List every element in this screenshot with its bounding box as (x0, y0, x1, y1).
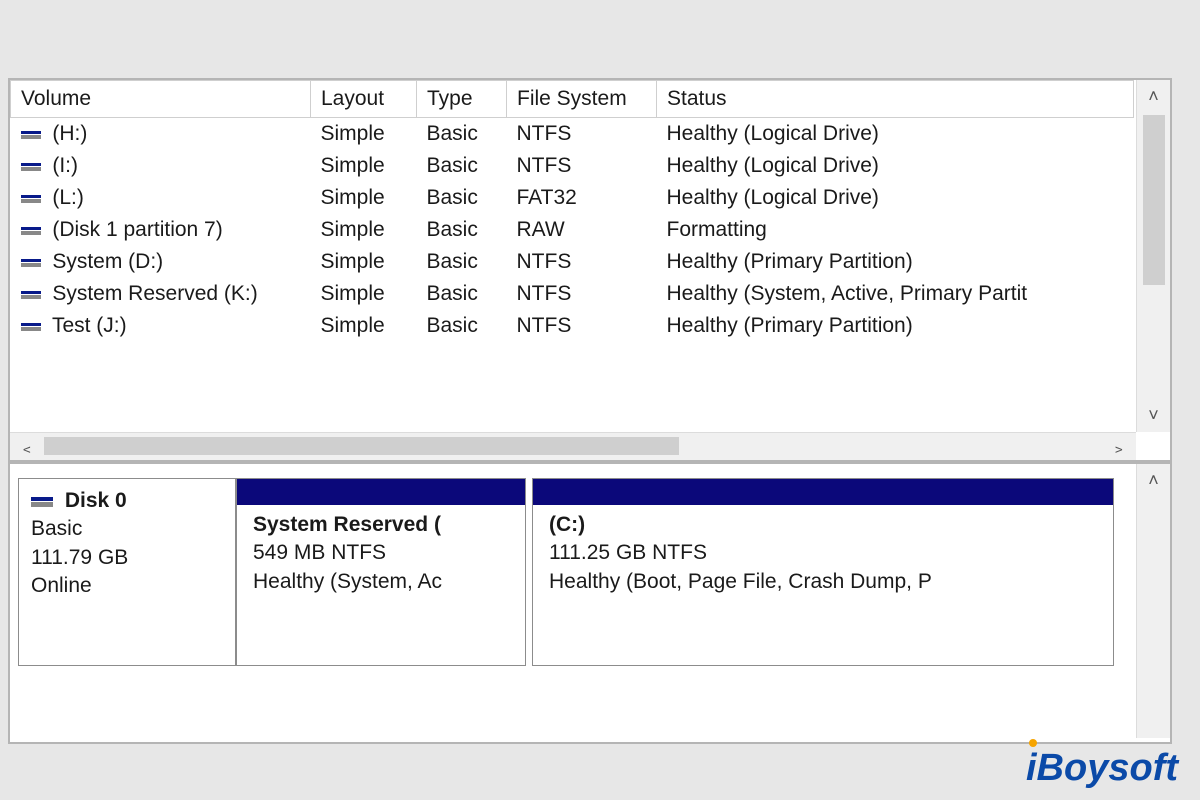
dot-icon (1029, 739, 1037, 747)
volume-layout: Simple (311, 246, 417, 278)
drive-icon (21, 259, 41, 267)
disk-kind: Basic (31, 515, 223, 543)
volume-fs: FAT32 (507, 182, 657, 214)
partition-status: Healthy (Boot, Page File, Crash Dump, P (549, 568, 1101, 596)
scrollbar-thumb[interactable] (1143, 115, 1165, 285)
volume-layout: Simple (311, 182, 417, 214)
volume-status: Healthy (Primary Partition) (657, 310, 1134, 342)
col-filesystem[interactable]: File System (507, 81, 657, 118)
disk-title: Disk 0 (65, 489, 127, 512)
volume-type: Basic (417, 118, 507, 151)
volume-fs: RAW (507, 214, 657, 246)
drive-icon (21, 195, 41, 203)
partition-name: System Reserved ( (253, 511, 513, 539)
table-row[interactable]: (H:) Simple Basic NTFS Healthy (Logical … (11, 118, 1134, 151)
volume-name: System (D:) (47, 250, 164, 273)
vertical-scrollbar[interactable]: ˄ (1136, 464, 1170, 738)
volume-layout: Simple (311, 150, 417, 182)
scrollbar-thumb[interactable] (44, 437, 679, 455)
volume-status: Healthy (Primary Partition) (657, 246, 1134, 278)
table-row[interactable]: (I:) Simple Basic NTFS Healthy (Logical … (11, 150, 1134, 182)
volume-status: Healthy (Logical Drive) (657, 182, 1134, 214)
chevron-up-icon[interactable]: ˄ (1148, 80, 1159, 113)
col-layout[interactable]: Layout (311, 81, 417, 118)
partition-status: Healthy (System, Ac (253, 568, 513, 596)
watermark-text: iBoysoft (1026, 747, 1178, 789)
volume-name: System Reserved (K:) (47, 282, 258, 305)
volume-list-pane: Volume Layout Type File System Status (H… (10, 80, 1170, 464)
partition-name: (C:) (549, 511, 1101, 539)
disk-state: Online (31, 572, 223, 600)
table-row[interactable]: System Reserved (K:) Simple Basic NTFS H… (11, 278, 1134, 310)
drive-icon (21, 163, 41, 171)
volume-fs: NTFS (507, 150, 657, 182)
drive-icon (21, 323, 41, 331)
drive-icon (21, 291, 41, 299)
volume-type: Basic (417, 214, 507, 246)
chevron-left-icon[interactable]: ﹤ (10, 434, 44, 460)
volume-layout: Simple (311, 214, 417, 246)
disk-size: 111.79 GB (31, 544, 223, 572)
volume-fs: NTFS (507, 278, 657, 310)
disk-icon (31, 497, 53, 507)
volume-type: Basic (417, 246, 507, 278)
col-type[interactable]: Type (417, 81, 507, 118)
table-row[interactable]: Test (J:) Simple Basic NTFS Healthy (Pri… (11, 310, 1134, 342)
disk-graphic-pane: Disk 0 Basic 111.79 GB Online System Res… (10, 464, 1170, 738)
horizontal-scrollbar[interactable]: ﹤ ﹥ (10, 432, 1136, 460)
volume-table[interactable]: Volume Layout Type File System Status (H… (10, 80, 1134, 342)
disk-management-window: Volume Layout Type File System Status (H… (8, 78, 1172, 744)
partition-stripe (533, 479, 1113, 505)
table-row[interactable]: (Disk 1 partition 7) Simple Basic RAW Fo… (11, 214, 1134, 246)
volume-name: (I:) (47, 154, 79, 177)
partition-box[interactable]: System Reserved ( 549 MB NTFS Healthy (S… (236, 478, 526, 666)
volume-layout: Simple (311, 310, 417, 342)
table-row[interactable]: System (D:) Simple Basic NTFS Healthy (P… (11, 246, 1134, 278)
drive-icon (21, 131, 41, 139)
volume-type: Basic (417, 310, 507, 342)
volume-name: Test (J:) (47, 314, 127, 337)
volume-layout: Simple (311, 118, 417, 151)
partition-box[interactable]: (C:) 111.25 GB NTFS Healthy (Boot, Page … (532, 478, 1114, 666)
chevron-up-icon[interactable]: ˄ (1148, 464, 1159, 497)
volume-fs: NTFS (507, 246, 657, 278)
volume-type: Basic (417, 182, 507, 214)
chevron-down-icon[interactable]: ˅ (1148, 399, 1159, 432)
watermark-logo: iBoysoft (1026, 747, 1178, 790)
volume-fs: NTFS (507, 118, 657, 151)
table-header-row: Volume Layout Type File System Status (11, 81, 1134, 118)
disk-row: Disk 0 Basic 111.79 GB Online System Res… (18, 478, 1136, 666)
col-status[interactable]: Status (657, 81, 1134, 118)
partition-stripe (237, 479, 525, 505)
table-row[interactable]: (L:) Simple Basic FAT32 Healthy (Logical… (11, 182, 1134, 214)
volume-name: (L:) (47, 186, 84, 209)
volume-type: Basic (417, 150, 507, 182)
volume-name: (H:) (47, 122, 88, 145)
partition-detail: 111.25 GB NTFS (549, 539, 1101, 567)
col-volume[interactable]: Volume (11, 81, 311, 118)
volume-status: Formatting (657, 214, 1134, 246)
scrollbar-track[interactable] (44, 433, 1102, 460)
partition-strip: System Reserved ( 549 MB NTFS Healthy (S… (236, 478, 1136, 666)
volume-status: Healthy (System, Active, Primary Partit (657, 278, 1134, 310)
disk-info-box[interactable]: Disk 0 Basic 111.79 GB Online (18, 478, 236, 666)
volume-name: (Disk 1 partition 7) (47, 218, 223, 241)
vertical-scrollbar[interactable]: ˄ ˅ (1136, 80, 1170, 432)
volume-layout: Simple (311, 278, 417, 310)
partition-detail: 549 MB NTFS (253, 539, 513, 567)
volume-type: Basic (417, 278, 507, 310)
volume-fs: NTFS (507, 310, 657, 342)
drive-icon (21, 227, 41, 235)
chevron-right-icon[interactable]: ﹥ (1102, 434, 1136, 460)
volume-status: Healthy (Logical Drive) (657, 150, 1134, 182)
volume-status: Healthy (Logical Drive) (657, 118, 1134, 151)
